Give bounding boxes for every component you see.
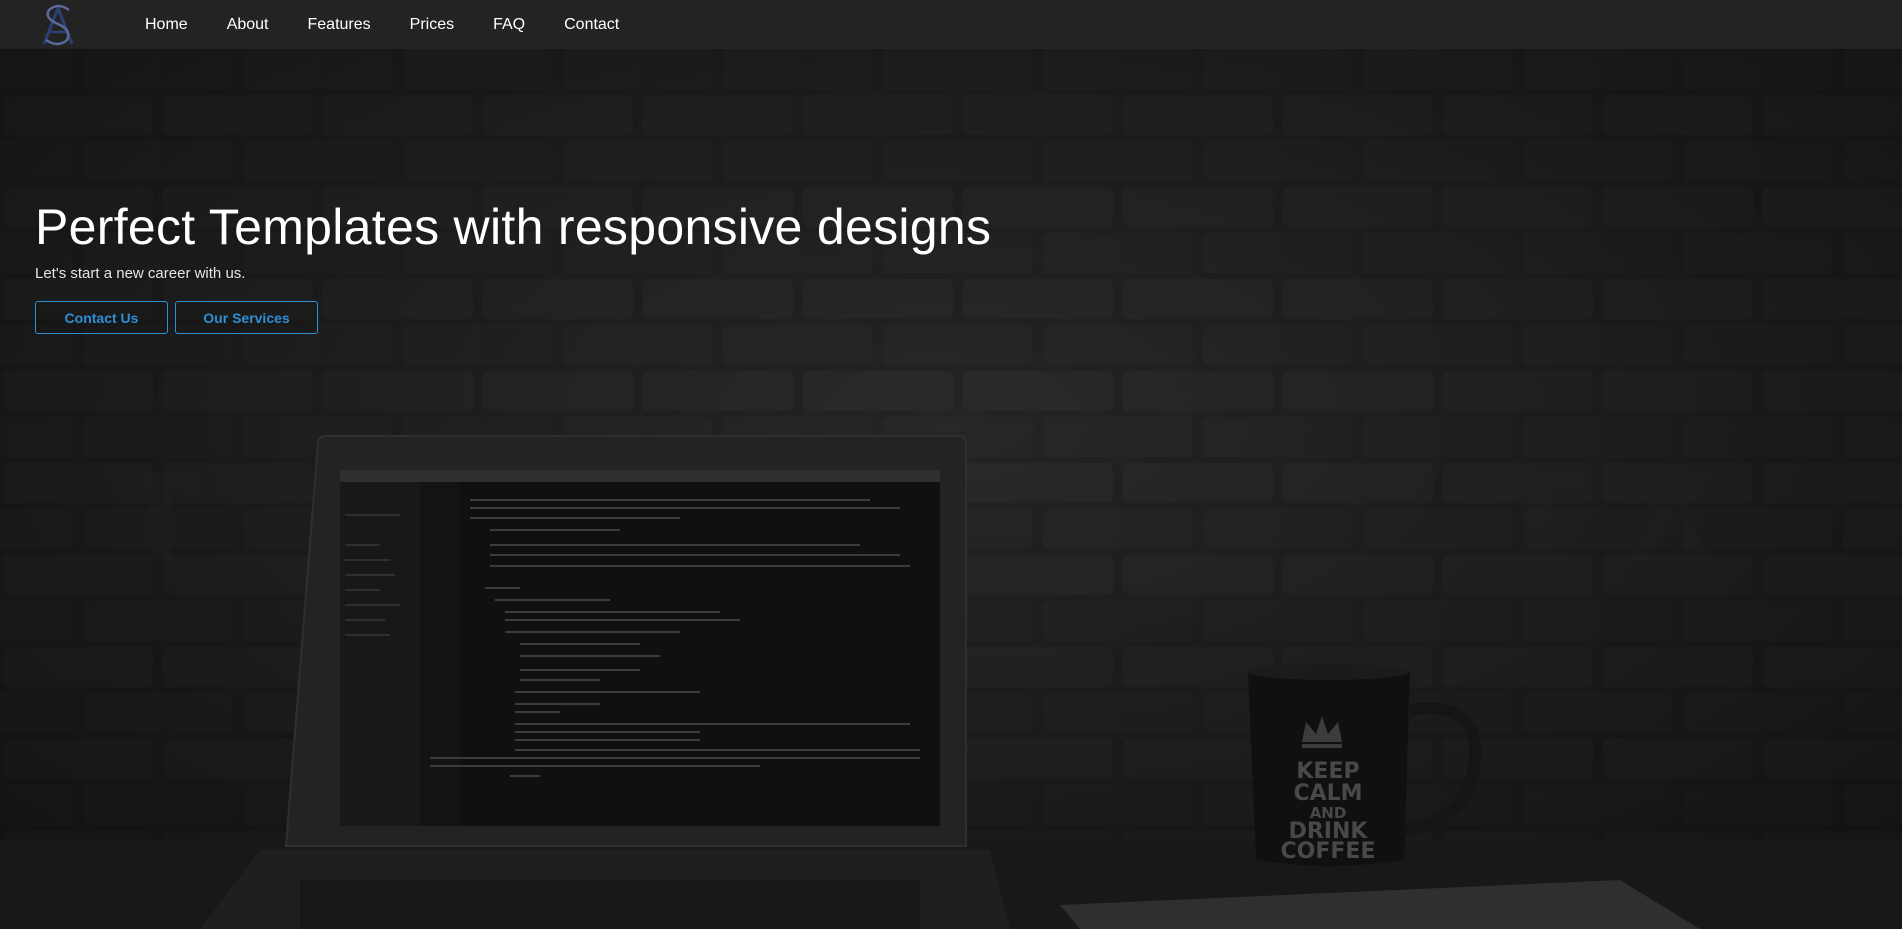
nav-item-faq[interactable]: FAQ: [493, 16, 525, 34]
top-navbar: Home About Features Prices FAQ Contact: [0, 0, 1902, 49]
hero-subtitle: Let's start a new career with us.: [35, 265, 246, 282]
nav-item-about[interactable]: About: [227, 16, 269, 34]
nav-item-features[interactable]: Features: [308, 16, 371, 34]
our-services-button[interactable]: Our Services: [175, 301, 318, 334]
hero-background-image: T T X E: [0, 0, 1902, 929]
nav-item-prices[interactable]: Prices: [410, 16, 454, 34]
contact-us-button[interactable]: Contact Us: [35, 301, 168, 334]
landing-page: T T X E: [0, 0, 1902, 929]
nav-menu: Home About Features Prices FAQ Contact: [145, 0, 658, 49]
as-monogram-logo-icon[interactable]: [36, 2, 80, 48]
nav-item-home[interactable]: Home: [145, 16, 188, 34]
hero-title: Perfect Templates with responsive design…: [35, 199, 992, 255]
nav-item-contact[interactable]: Contact: [564, 16, 619, 34]
